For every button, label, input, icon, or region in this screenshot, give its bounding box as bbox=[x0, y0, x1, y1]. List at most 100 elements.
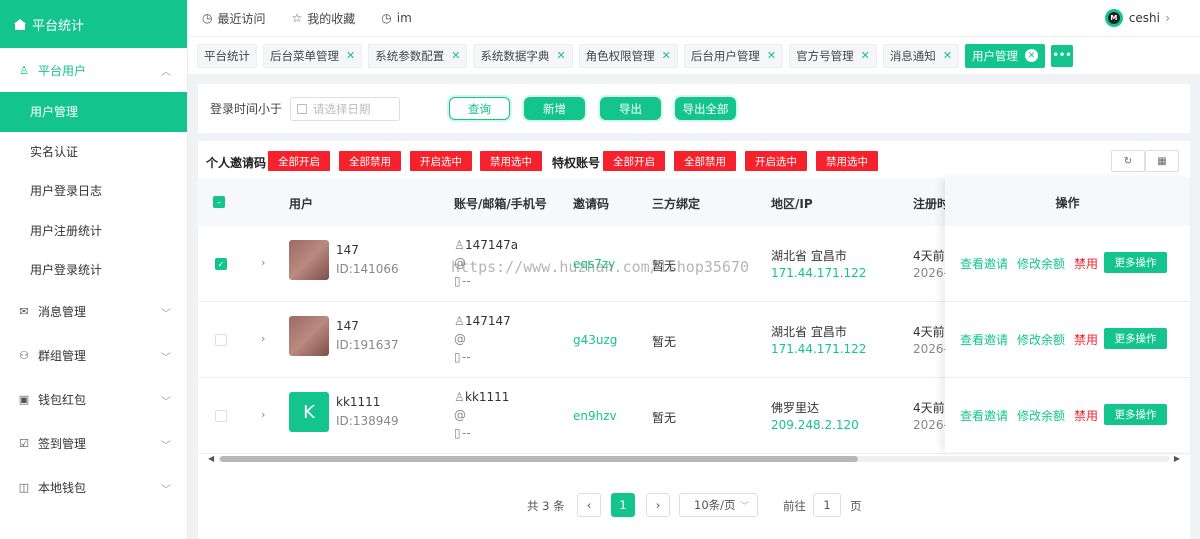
close-icon[interactable]: ✕ bbox=[1025, 49, 1039, 62]
favorites[interactable]: ☆ 我的收藏 bbox=[292, 10, 356, 27]
invite-code[interactable]: g43uzg bbox=[573, 333, 617, 347]
disable-link[interactable]: 禁用 bbox=[1074, 407, 1098, 424]
tabs-bar: 平台统计 后台菜单管理 ✕ 系统参数配置 ✕ 系统数据字典 ✕ 角色权限管理 ✕ 后台用… bbox=[188, 36, 1200, 74]
menu-group-local-wallet[interactable]: ◫ 本地钱包 ﹀ bbox=[0, 466, 187, 510]
refresh-icon[interactable]: ↻ bbox=[1111, 150, 1145, 172]
scroll-right-icon[interactable]: ▶ bbox=[1174, 454, 1180, 463]
close-icon[interactable]: ✕ bbox=[943, 49, 952, 62]
sidebar-item-realname[interactable]: 实名认证 bbox=[0, 132, 187, 172]
select-all-checkbox[interactable]: – bbox=[213, 196, 225, 208]
tab-system-params[interactable]: 系统参数配置 ✕ bbox=[368, 43, 468, 68]
invite-enable-all-button[interactable]: 全部开启 bbox=[268, 151, 330, 171]
more-tabs-button[interactable]: ••• bbox=[1051, 44, 1074, 67]
menu-group-label: 群组管理 bbox=[38, 349, 87, 363]
menu-group-signin[interactable]: ☑ 签到管理 ﹀ bbox=[0, 422, 187, 466]
email-icon: @ bbox=[454, 408, 466, 422]
close-icon[interactable]: ✕ bbox=[861, 49, 870, 62]
view-invite-link[interactable]: 查看邀请 bbox=[960, 255, 1008, 272]
view-invite-link[interactable]: 查看邀请 bbox=[960, 407, 1008, 424]
region: 湖北省 宜昌市 bbox=[771, 249, 847, 263]
phone: -- bbox=[462, 274, 471, 288]
close-icon[interactable]: ✕ bbox=[556, 49, 565, 62]
special-disable-selected-button[interactable]: 禁用选中 bbox=[816, 151, 878, 171]
user-menu[interactable]: M ceshi › bbox=[1104, 9, 1170, 27]
user-name: kk1111 bbox=[336, 395, 381, 409]
tab-user-management[interactable]: 用户管理 ✕ bbox=[965, 43, 1046, 68]
tab-data-dictionary[interactable]: 系统数据字典 ✕ bbox=[473, 43, 573, 68]
more-actions-button[interactable]: 更多操作 bbox=[1104, 328, 1167, 349]
close-icon[interactable]: ✕ bbox=[451, 49, 460, 62]
scroll-left-icon[interactable]: ◀ bbox=[208, 454, 214, 463]
page-1-button[interactable]: 1 bbox=[611, 493, 635, 517]
th-operations-label: 操作 bbox=[1055, 195, 1080, 210]
invite-disable-all-button[interactable]: 全部禁用 bbox=[339, 151, 401, 171]
columns-icon[interactable]: ▦ bbox=[1145, 150, 1179, 172]
menu-group-platform-users[interactable]: ♙ 平台用户 ︿ bbox=[0, 48, 187, 92]
th-user: 用户 bbox=[289, 197, 314, 211]
im-link[interactable]: ◷ im bbox=[381, 11, 412, 25]
tab-admin-users[interactable]: 后台用户管理 ✕ bbox=[683, 43, 784, 68]
query-label: 查询 bbox=[468, 101, 491, 116]
more-actions-button[interactable]: 更多操作 bbox=[1104, 404, 1167, 425]
view-invite-link[interactable]: 查看邀请 bbox=[960, 331, 1008, 348]
menu-group-message[interactable]: ✉ 消息管理 ﹀ bbox=[0, 290, 187, 334]
menu-group-group[interactable]: ⚇ 群组管理 ﹀ bbox=[0, 334, 187, 378]
edit-balance-link[interactable]: 修改余额 bbox=[1017, 407, 1065, 424]
row-checkbox[interactable]: ✓ bbox=[215, 258, 227, 270]
query-button[interactable]: 查询 bbox=[449, 97, 510, 120]
sidebar-item-user-management[interactable]: 用户管理 bbox=[0, 92, 187, 132]
close-icon[interactable]: ✕ bbox=[662, 49, 671, 62]
disable-link[interactable]: 禁用 bbox=[1074, 255, 1098, 272]
goto-input[interactable]: 1 bbox=[813, 493, 841, 517]
row-checkbox[interactable] bbox=[215, 410, 227, 422]
tab-platform-stats[interactable]: 平台统计 bbox=[197, 43, 257, 68]
invite-code[interactable]: en9hzv bbox=[573, 409, 617, 423]
btn-label: 全部开启 bbox=[613, 155, 655, 168]
chevron-right-icon[interactable]: › bbox=[261, 332, 265, 345]
export-all-button[interactable]: 导出全部 bbox=[675, 97, 736, 120]
menu-group-wallet[interactable]: ▣ 钱包红包 ﹀ bbox=[0, 378, 187, 422]
export-button[interactable]: 导出 bbox=[600, 97, 661, 120]
row-checkbox[interactable] bbox=[215, 334, 227, 346]
more-actions-button[interactable]: 更多操作 bbox=[1104, 252, 1167, 273]
horizontal-scrollbar[interactable]: ◀ ▶ bbox=[208, 454, 1180, 464]
tab-role-permission[interactable]: 角色权限管理 ✕ bbox=[578, 43, 678, 68]
next-page-button[interactable]: › bbox=[646, 493, 670, 517]
invite-disable-selected-button[interactable]: 禁用选中 bbox=[480, 151, 542, 171]
recent-visits[interactable]: ◷ 最近访问 bbox=[202, 10, 266, 27]
sidebar-item-label: 实名认证 bbox=[30, 144, 79, 159]
close-icon[interactable]: ✕ bbox=[767, 49, 776, 62]
tab-official-accounts[interactable]: 官方号管理 ✕ bbox=[789, 43, 877, 68]
tab-menu-management[interactable]: 后台菜单管理 ✕ bbox=[263, 43, 363, 68]
close-icon[interactable]: ✕ bbox=[346, 49, 355, 62]
scroll-thumb[interactable] bbox=[220, 456, 858, 462]
sidebar-item-login-stats[interactable]: 用户登录统计 bbox=[0, 250, 187, 290]
page-size-select[interactable]: 10条/页 ﹀ bbox=[679, 493, 758, 517]
phone-icon: ▯ bbox=[454, 274, 461, 288]
invite-enable-selected-button[interactable]: 开启选中 bbox=[410, 151, 472, 171]
add-button[interactable]: 新增 bbox=[524, 97, 585, 120]
tab-label: 系统数据字典 bbox=[480, 48, 550, 63]
special-disable-all-button[interactable]: 全部禁用 bbox=[674, 151, 736, 171]
chevron-right-icon[interactable]: › bbox=[261, 256, 265, 269]
op-row: 查看邀请 修改余额 禁用 更多操作 bbox=[945, 378, 1190, 454]
edit-balance-link[interactable]: 修改余额 bbox=[1017, 331, 1065, 348]
watermark: https://www.huzhan.com/ishop35670 bbox=[451, 258, 750, 276]
sidebar-brand[interactable]: 平台统计 bbox=[0, 0, 187, 48]
sidebar-item-register-stats[interactable]: 用户注册统计 bbox=[0, 211, 187, 251]
prev-page-button[interactable]: ‹ bbox=[577, 493, 601, 517]
tab-notifications[interactable]: 消息通知 ✕ bbox=[882, 43, 960, 68]
chevron-right-icon[interactable]: › bbox=[261, 408, 265, 421]
special-enable-all-button[interactable]: 全部开启 bbox=[603, 151, 665, 171]
edit-balance-link[interactable]: 修改余额 bbox=[1017, 255, 1065, 272]
special-enable-selected-button[interactable]: 开启选中 bbox=[745, 151, 807, 171]
sidebar-item-login-log[interactable]: 用户登录日志 bbox=[0, 171, 187, 211]
message-icon: ✉ bbox=[19, 305, 29, 318]
chevron-down-icon: ﹀ bbox=[161, 484, 171, 496]
ip: 171.44.171.122 bbox=[771, 266, 867, 280]
user-photo bbox=[289, 316, 329, 356]
account: 147147 bbox=[465, 314, 511, 328]
date-input[interactable]: 请选择日期 bbox=[290, 96, 401, 121]
person-icon: ♙ bbox=[454, 238, 465, 252]
disable-link[interactable]: 禁用 bbox=[1074, 331, 1098, 348]
